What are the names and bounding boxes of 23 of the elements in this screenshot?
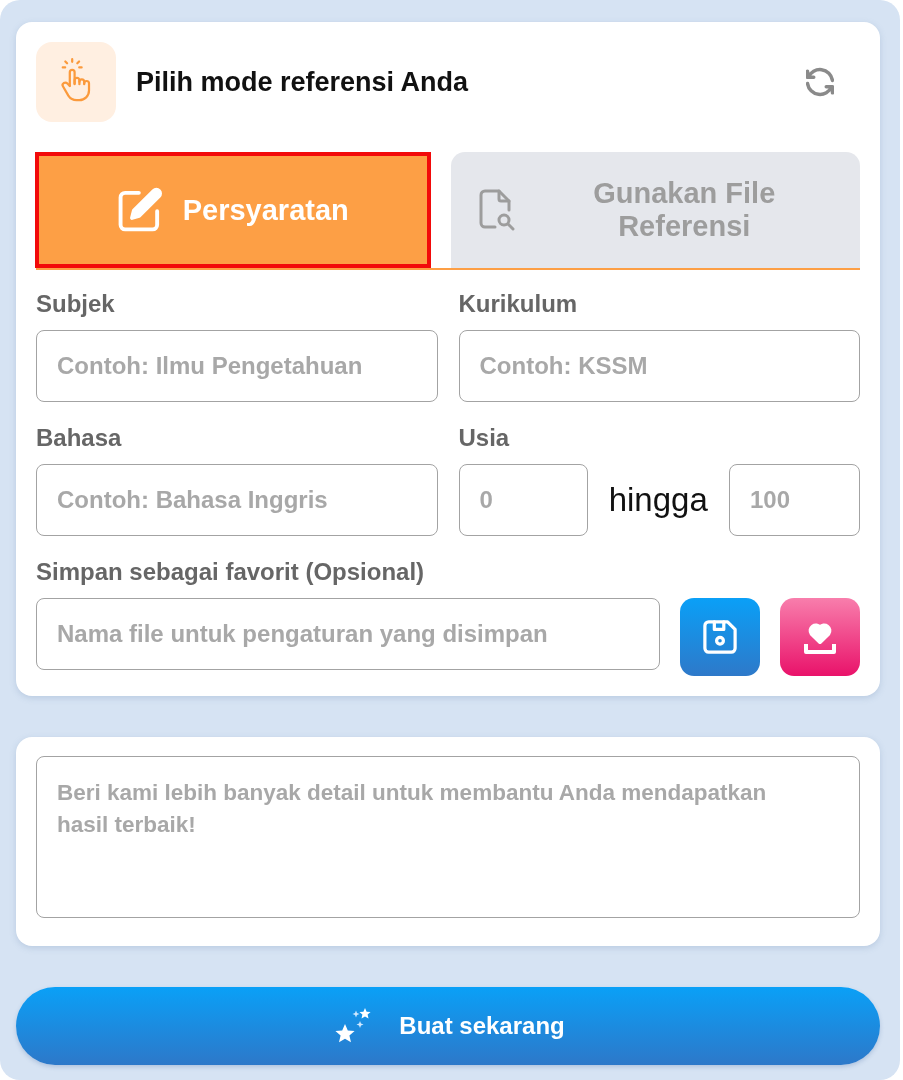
text-field[interactable]: Contoh: KSSM [458,330,860,402]
generate-button[interactable]: Buat sekarang [16,987,880,1065]
section-title: Pilih mode referensi Anda [136,66,470,98]
field-label: Usia [458,424,511,452]
details-field[interactable]: Beri kami lebih banyak detail untuk membantu Anda mendapatkan hasil terbaik! [36,756,860,918]
favorite-name-field[interactable]: Nama file untuk pengaturan yang disimpan [36,598,660,670]
pointing-hand-icon [36,42,116,122]
range-separator: hingga [607,481,709,519]
refresh-icon[interactable] [806,67,834,97]
text-field[interactable]: Contoh: Ilmu Pengetahuan [36,330,438,402]
file-search-icon [478,188,515,232]
save-button[interactable] [680,598,760,676]
save-favorite-button[interactable] [780,598,860,676]
mode-tab[interactable]: Persyaratan [35,152,431,268]
age-to-field[interactable]: 100 [729,464,860,536]
field-label: Kurikulum [458,290,579,318]
age-from-field[interactable]: 0 [458,464,588,536]
field-label: Subjek [36,290,116,318]
field-label: Simpan sebagai favorit (Opsional) [36,558,426,586]
text-field[interactable]: Contoh: Bahasa Inggris [36,464,438,536]
field-label: Bahasa [36,424,123,452]
edit-icon [116,186,163,234]
mode-tab[interactable]: Gunakan File Referensi [450,152,860,268]
